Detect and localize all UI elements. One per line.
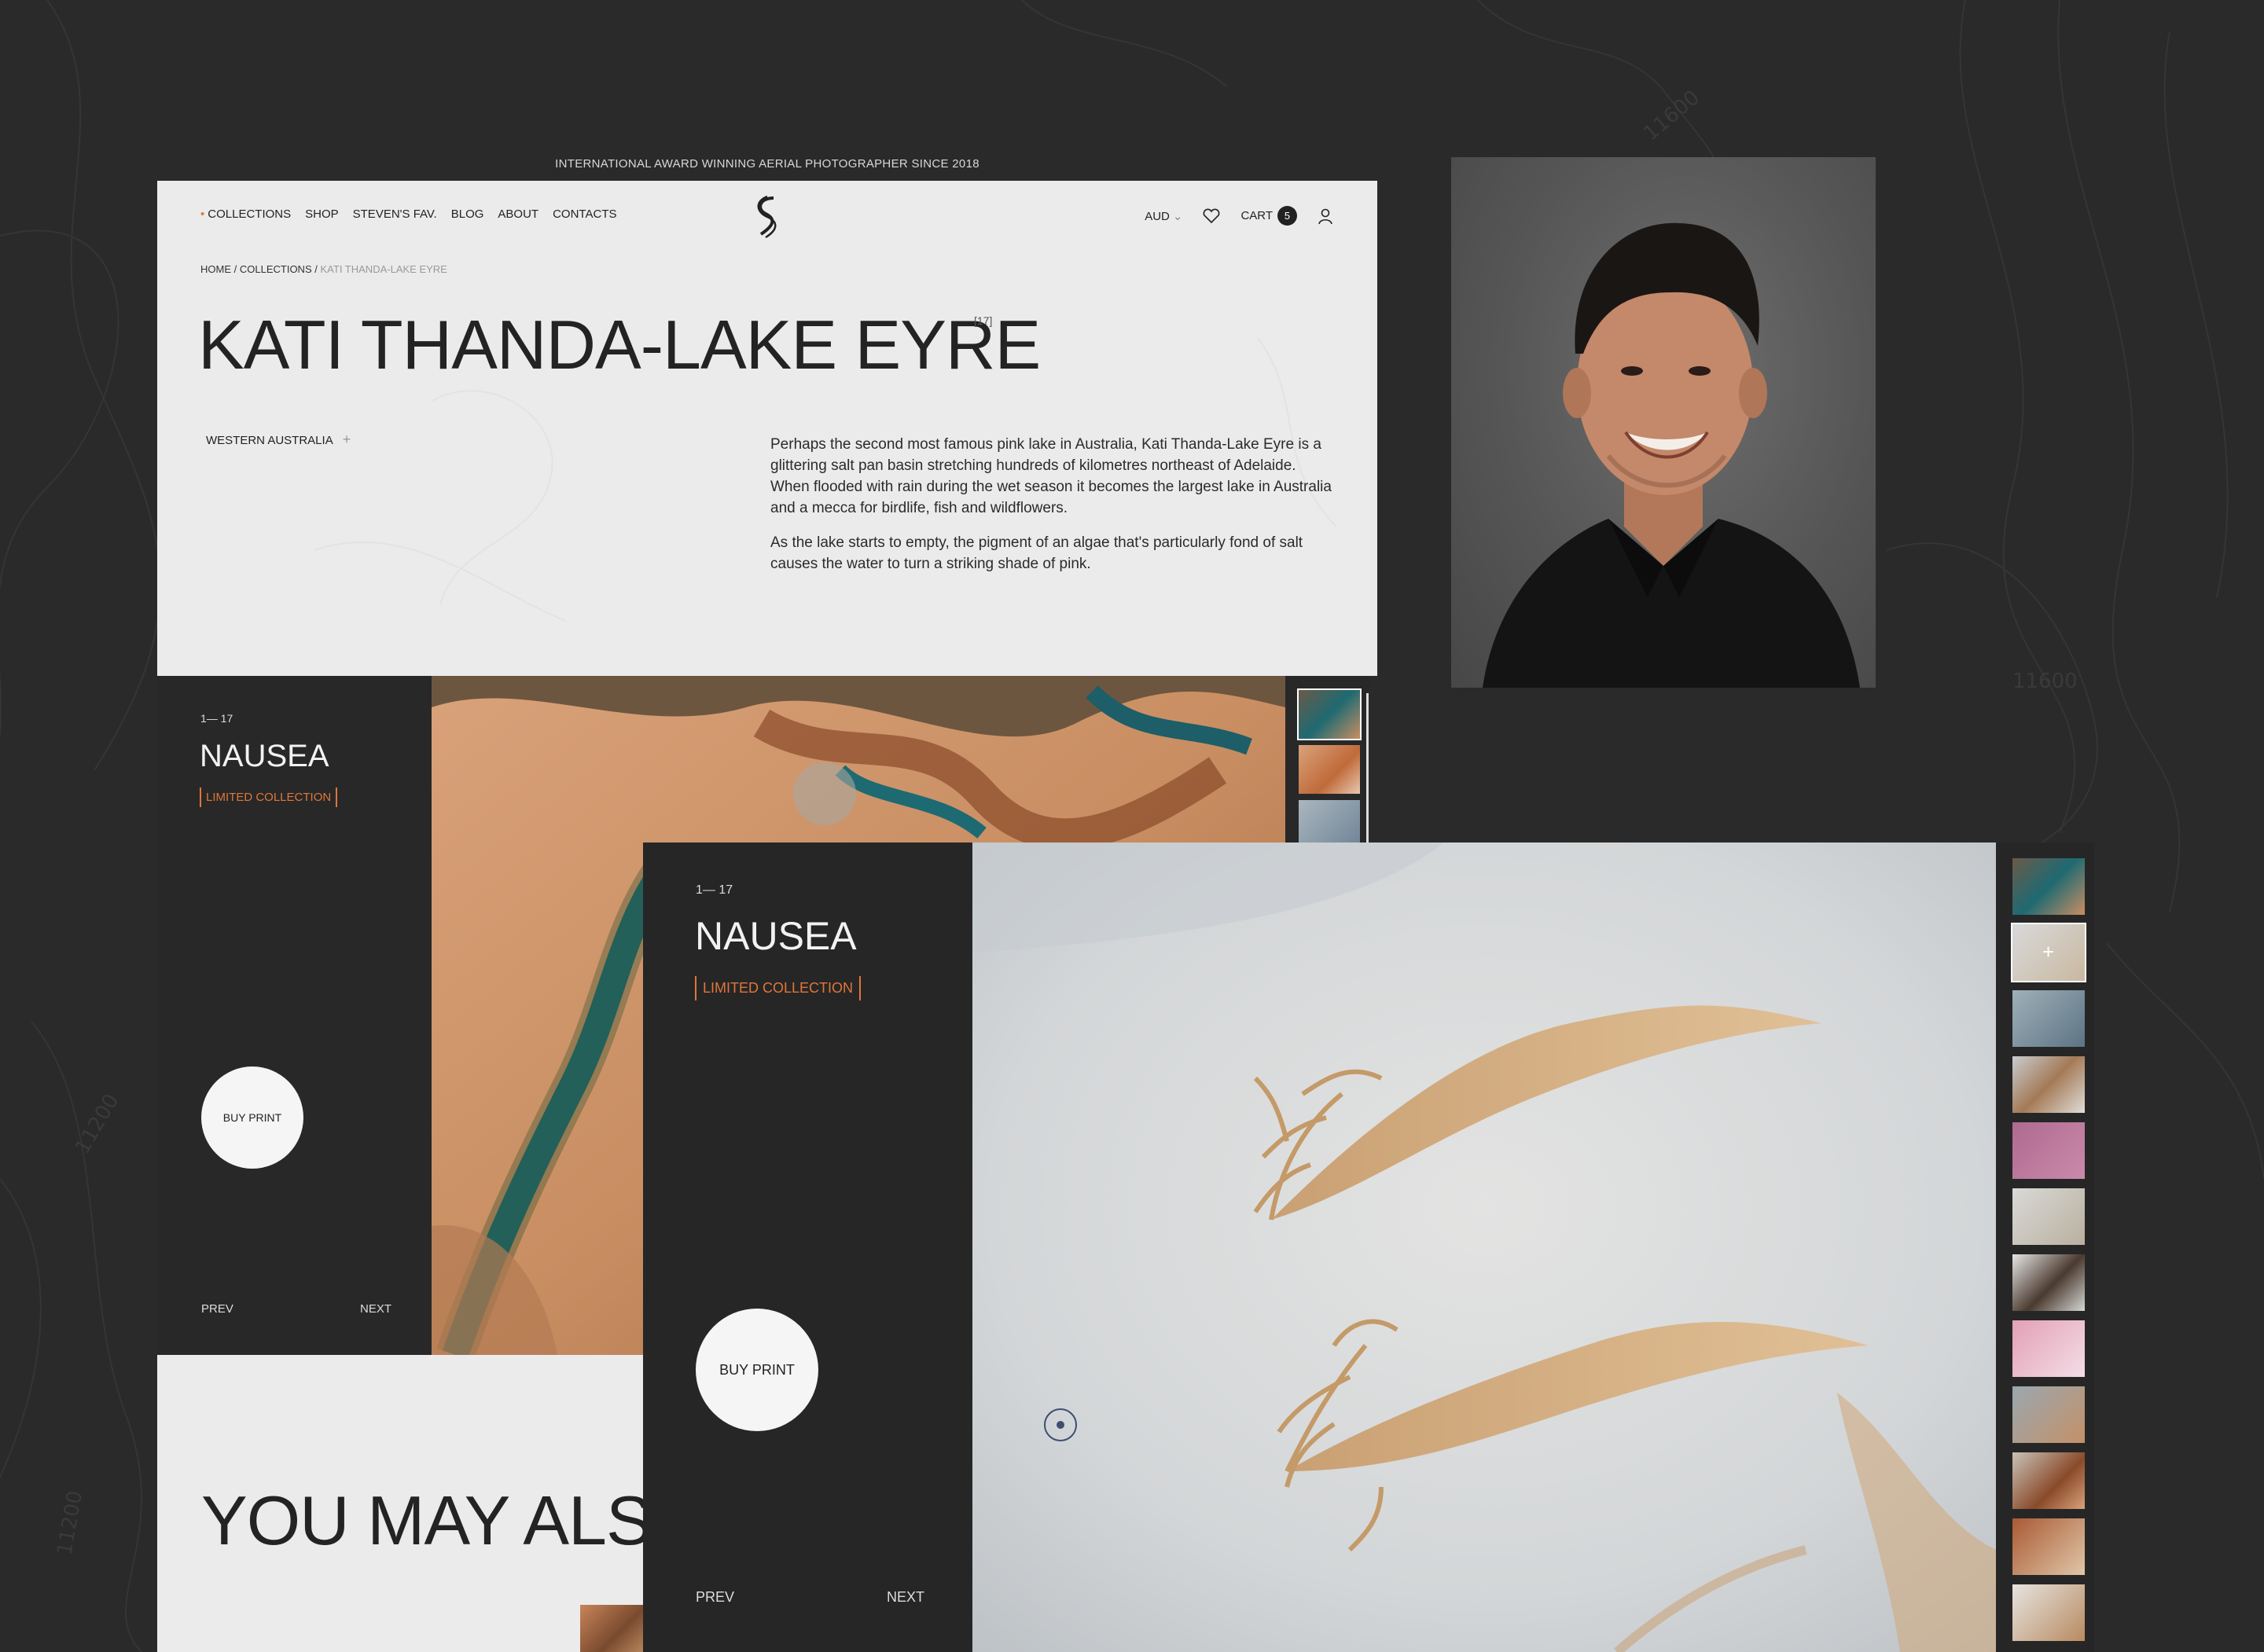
brand-logo-icon[interactable]	[748, 193, 786, 240]
limited-collection-badge: LIMITED COLLECTION	[695, 976, 862, 1000]
nav-about[interactable]: ABOUT	[498, 207, 538, 221]
next-button[interactable]: NEXT	[360, 1302, 391, 1316]
aerial-photo-salt-flat[interactable]	[972, 843, 1996, 1652]
collection-header-window: • COLLECTIONS SHOP STEVEN'S FAV. BLOG ABO…	[157, 181, 1377, 676]
page-title: KATI THANDA-LAKE EYRE	[198, 306, 1041, 384]
thumbnail[interactable]	[2012, 1188, 2085, 1245]
thumbnail[interactable]	[2012, 1452, 2085, 1509]
region-label: WESTERN AUSTRALIA	[206, 434, 333, 447]
buy-print-button[interactable]: BUY PRINT	[696, 1309, 818, 1431]
nav-collections-label: COLLECTIONS	[208, 207, 292, 221]
prev-button[interactable]: PREV	[696, 1589, 734, 1606]
thumbnail[interactable]	[2012, 1056, 2085, 1113]
gallery-window-front: 1— 17 NAUSEA LIMITED COLLECTION BUY PRIN…	[643, 843, 2094, 1652]
thumbnail[interactable]	[1299, 745, 1360, 794]
utility-nav: AUD ⌄ CART 5	[1145, 206, 1333, 226]
currency-select[interactable]: AUD ⌄	[1145, 209, 1182, 223]
account-user-icon[interactable]	[1318, 207, 1333, 225]
nav-collections[interactable]: • COLLECTIONS	[200, 207, 291, 221]
description-paragraph: Perhaps the second most famous pink lake…	[770, 436, 1332, 516]
topographic-pattern	[314, 337, 1337, 622]
location-pin-icon[interactable]	[1044, 1408, 1077, 1441]
breadcrumb-separator: /	[233, 263, 237, 275]
collection-description: Perhaps the second most famous pink lake…	[770, 434, 1336, 588]
buy-print-button[interactable]: BUY PRINT	[201, 1066, 303, 1169]
currency-label: AUD	[1145, 209, 1170, 223]
thumbnail[interactable]	[2012, 1122, 2085, 1179]
nav-contacts[interactable]: CONTACTS	[553, 207, 616, 221]
thumbnail-strip	[1297, 688, 1362, 855]
svg-text:11600: 11600	[2012, 670, 2078, 693]
cart-button[interactable]: CART 5	[1240, 206, 1297, 226]
nav-blog[interactable]: BLOG	[451, 207, 484, 221]
breadcrumb-home[interactable]: HOME	[200, 263, 231, 275]
active-dot-icon: •	[200, 207, 205, 221]
breadcrumb-current: KATI THANDA-LAKE EYRE	[320, 263, 447, 275]
svg-text:11600: 11600	[1639, 86, 1704, 145]
photographer-portrait	[1451, 157, 1876, 688]
description-paragraph: As the lake starts to empty, the pigment…	[770, 534, 1303, 572]
plus-icon: +	[2042, 940, 2055, 964]
thumbnail[interactable]	[2012, 1320, 2085, 1377]
breadcrumb-separator: /	[314, 263, 318, 275]
limited-collection-badge: LIMITED COLLECTION	[200, 787, 338, 807]
breadcrumb: HOME / COLLECTIONS / KATI THANDA-LAKE EY…	[200, 263, 447, 275]
prev-button[interactable]: PREV	[201, 1302, 233, 1316]
svg-text:11200: 11200	[53, 1489, 87, 1558]
thumbnail[interactable]	[1299, 800, 1360, 849]
plus-icon: +	[342, 431, 351, 447]
thumbnail-scrollbar[interactable]	[1366, 693, 1369, 850]
cart-count-badge: 5	[1277, 206, 1297, 226]
region-filter[interactable]: WESTERN AUSTRALIA +	[206, 431, 351, 448]
thumbnail-strip: +	[2011, 858, 2086, 1650]
thumbnail[interactable]	[2012, 1254, 2085, 1311]
chevron-down-icon: ⌄	[1172, 209, 1183, 223]
portrait-image	[1483, 222, 1860, 688]
nav-stevens-fav[interactable]: STEVEN'S FAV.	[353, 207, 437, 221]
wishlist-heart-icon[interactable]	[1203, 208, 1220, 224]
nav-shop[interactable]: SHOP	[305, 207, 339, 221]
thumbnail[interactable]	[2012, 1386, 2085, 1443]
related-heading: YOU MAY ALSO	[201, 1481, 705, 1559]
thumbnail[interactable]	[2012, 990, 2085, 1047]
photo-title: NAUSEA	[695, 914, 857, 958]
announcement-bar: INTERNATIONAL AWARD WINNING AERIAL PHOTO…	[555, 157, 979, 171]
cart-label: CART	[1240, 209, 1273, 222]
thumbnail[interactable]	[2012, 1584, 2085, 1641]
breadcrumb-collections[interactable]: COLLECTIONS	[240, 263, 312, 275]
next-button[interactable]: NEXT	[887, 1589, 924, 1606]
photo-count: [17]	[974, 314, 993, 327]
thumbnail[interactable]	[1297, 688, 1362, 740]
thumbnail[interactable]	[2012, 1518, 2085, 1575]
thumbnail[interactable]	[2012, 858, 2085, 915]
photo-title: NAUSEA	[200, 739, 329, 773]
slide-counter: 1— 17	[200, 712, 233, 725]
svg-text:11200: 11200	[71, 1090, 123, 1158]
main-nav: • COLLECTIONS SHOP STEVEN'S FAV. BLOG ABO…	[200, 207, 616, 221]
slide-counter: 1— 17	[696, 883, 733, 897]
thumbnail[interactable]: +	[2011, 923, 2086, 982]
